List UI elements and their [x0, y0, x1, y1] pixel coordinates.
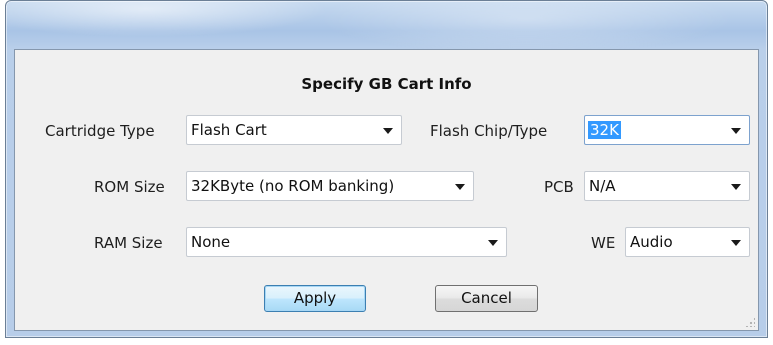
chevron-down-icon: [731, 128, 741, 134]
we-label: WE: [591, 234, 616, 252]
cancel-button[interactable]: Cancel: [435, 285, 538, 312]
cartridge-type-label: Cartridge Type: [45, 122, 155, 140]
ram-size-value: None: [191, 233, 231, 251]
dialog-window: Specify GB Cart Info Cartridge Type Flas…: [5, 0, 768, 338]
ram-size-select[interactable]: None: [186, 227, 507, 257]
chevron-down-icon: [488, 240, 498, 246]
flash-chip-type-select[interactable]: 32K: [584, 115, 750, 145]
we-select[interactable]: Audio: [625, 227, 750, 257]
pcb-select[interactable]: N/A: [584, 171, 750, 201]
apply-button[interactable]: Apply: [264, 285, 366, 312]
rom-size-label: ROM Size: [94, 178, 165, 196]
dialog-heading: Specify GB Cart Info: [301, 75, 472, 93]
flash-chip-type-label: Flash Chip/Type: [430, 122, 548, 140]
we-value: Audio: [630, 233, 673, 251]
dialog-client-area: Specify GB Cart Info Cartridge Type Flas…: [14, 49, 759, 331]
window-titlebar[interactable]: [6, 1, 767, 49]
chevron-down-icon: [731, 240, 741, 246]
rom-size-select[interactable]: 32KByte (no ROM banking): [186, 171, 474, 201]
cartridge-type-select[interactable]: Flash Cart: [186, 115, 402, 145]
chevron-down-icon: [731, 184, 741, 190]
chevron-down-icon: [455, 184, 465, 190]
chevron-down-icon: [383, 128, 393, 134]
cartridge-type-value: Flash Cart: [191, 121, 267, 139]
resize-grip-icon[interactable]: [745, 317, 755, 327]
pcb-value: N/A: [589, 177, 616, 195]
rom-size-value: 32KByte (no ROM banking): [191, 177, 395, 195]
pcb-label: PCB: [544, 178, 574, 196]
flash-chip-type-value: 32K: [588, 121, 621, 139]
ram-size-label: RAM Size: [94, 234, 163, 252]
